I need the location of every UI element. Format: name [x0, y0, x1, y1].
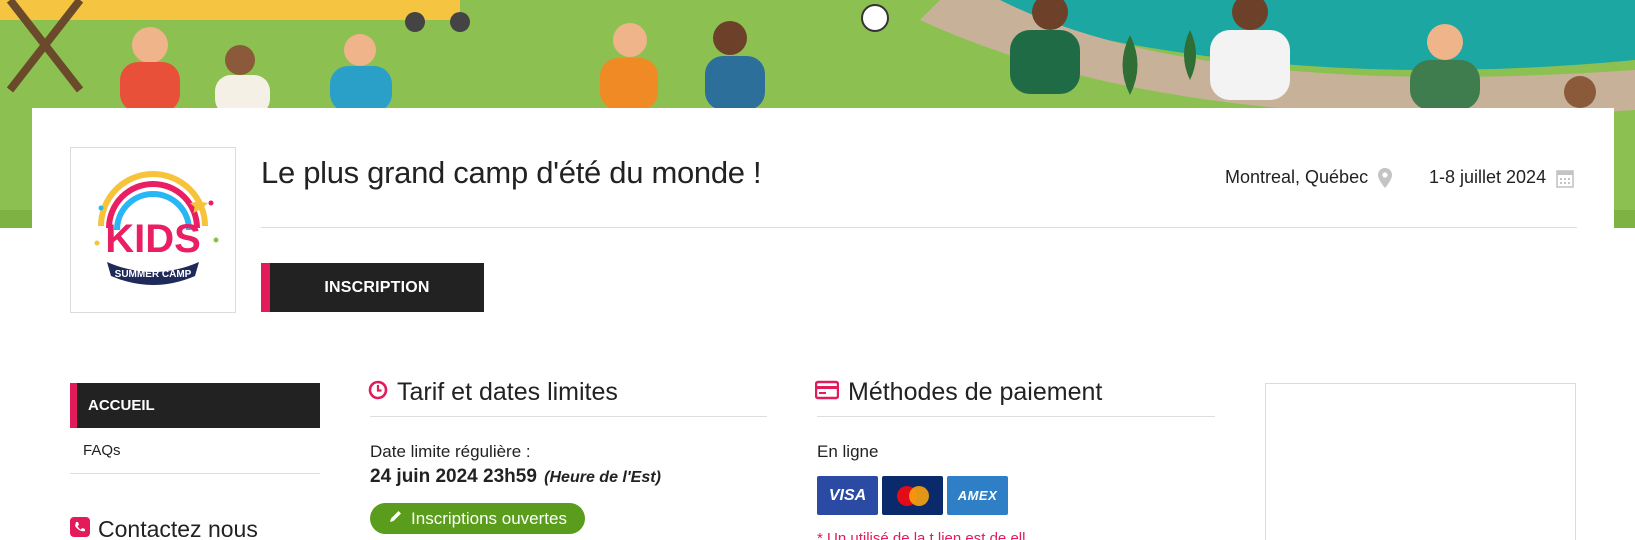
- contact-label: Contactez nous: [98, 516, 258, 540]
- side-panel: [1265, 383, 1576, 540]
- mastercard-card-icon: [882, 476, 943, 515]
- payment-divider: [817, 416, 1215, 417]
- page-title: Le plus grand camp d'été du monde !: [261, 155, 762, 190]
- deadline-date: 24 juin 2024 23h59: [370, 466, 537, 487]
- map-pin-icon: [1378, 167, 1393, 188]
- header-divider: [261, 227, 1577, 228]
- location-text: Montreal, Québec: [1225, 167, 1369, 187]
- deadline-label: Date limite régulière :: [370, 442, 531, 461]
- phone-icon: [70, 516, 90, 540]
- logo-subtext: SUMMER CAMP: [115, 269, 192, 280]
- amex-card-icon: AMEX: [947, 476, 1008, 515]
- contact-heading[interactable]: Contactez nous: [70, 516, 258, 540]
- calendar-icon: [1556, 168, 1574, 188]
- tab-inscription[interactable]: INSCRIPTION: [261, 263, 484, 312]
- payment-cards: VISA AMEX: [817, 476, 1008, 515]
- dates-text: 1-8 juillet 2024: [1429, 167, 1547, 187]
- visa-card-icon: VISA: [817, 476, 878, 515]
- status-text: Inscriptions ouvertes: [411, 508, 567, 528]
- status-badge[interactable]: Inscriptions ouvertes: [370, 503, 585, 534]
- credit-card-icon: [814, 378, 840, 407]
- event-logo: KIDS SUMMER CAMP: [70, 147, 236, 313]
- tarif-heading-text: Tarif et dates limites: [397, 378, 618, 406]
- clock-icon: [368, 378, 388, 407]
- deadline-timezone: (Heure de l'Est): [544, 469, 661, 486]
- logo-text: KIDS: [105, 217, 201, 261]
- tarif-heading: Tarif et dates limites: [368, 378, 618, 407]
- sidebar-item-faqs[interactable]: FAQs: [70, 428, 320, 474]
- deadline-value: 24 juin 2024 23h59 (Heure de l'Est): [370, 466, 661, 488]
- pencil-icon: [388, 509, 403, 529]
- payment-note: * Un utilisé de la t lien est de ell: [817, 530, 1026, 540]
- payment-heading-text: Méthodes de paiement: [848, 378, 1103, 406]
- online-label: En ligne: [817, 442, 879, 461]
- event-dates: 1-8 juillet 2024: [1429, 167, 1574, 188]
- payment-heading: Méthodes de paiement: [814, 378, 1103, 407]
- tarif-divider: [370, 416, 767, 417]
- sidebar-item-accueil[interactable]: ACCUEIL: [70, 383, 320, 428]
- kids-summer-camp-logo: KIDS SUMMER CAMP: [94, 171, 219, 285]
- event-location: Montreal, Québec: [1225, 167, 1393, 188]
